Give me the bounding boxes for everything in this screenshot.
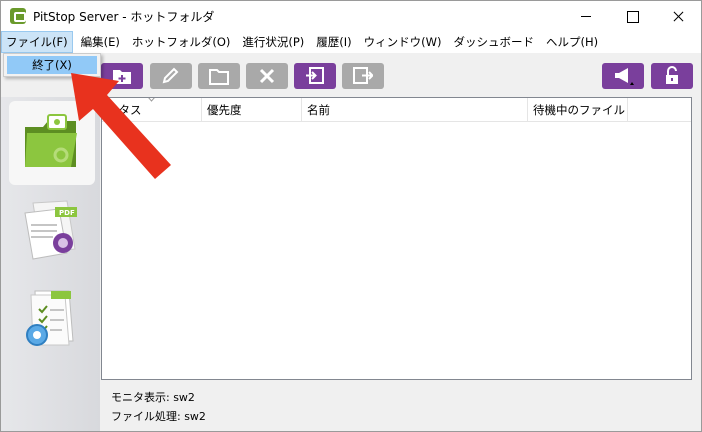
- column-header-name[interactable]: 名前: [302, 98, 528, 122]
- sidebar-item-progress[interactable]: PDF: [9, 189, 95, 273]
- sidebar-item-history[interactable]: [9, 277, 95, 361]
- minimize-button[interactable]: [563, 1, 609, 31]
- list-header: ータス 優先度 名前 待機中のファイル: [102, 98, 691, 122]
- red-arrow-icon: [71, 73, 171, 179]
- pitstop-app-icon: [10, 8, 26, 24]
- svg-text:PDF: PDF: [59, 209, 75, 217]
- pdf-progress-icon: PDF: [24, 200, 77, 260]
- import-button[interactable]: [294, 63, 336, 89]
- unlock-icon: [666, 66, 678, 84]
- menu-progress[interactable]: 進行状況(P): [238, 31, 308, 53]
- import-icon: [306, 67, 324, 84]
- open-folder-button[interactable]: [198, 63, 240, 89]
- maximize-button[interactable]: [609, 1, 655, 31]
- column-header-priority[interactable]: 優先度: [202, 98, 302, 122]
- menu-file[interactable]: ファイル(F): [1, 31, 73, 53]
- menu-dashboard[interactable]: ダッシュボード: [450, 31, 539, 53]
- export-button[interactable]: [342, 63, 384, 89]
- delete-x-icon: [259, 68, 275, 84]
- menu-window[interactable]: ウィンドウ(W): [360, 31, 446, 53]
- monitor-status: モニタ表示: sw2: [111, 391, 195, 404]
- notifications-button[interactable]: [602, 63, 644, 89]
- menu-bar: ファイル(F) 編集(E) ホットフォルダ(O) 進行状況(P) 履歴(I) ウ…: [1, 31, 701, 53]
- unlock-button[interactable]: [651, 63, 693, 89]
- column-header-waiting-files[interactable]: 待機中のファイル: [528, 98, 628, 122]
- hot-folder-list: ータス 優先度 名前 待機中のファイル: [101, 97, 692, 380]
- menu-hot-folder[interactable]: ホットフォルダ(O): [128, 31, 235, 53]
- megaphone-icon: [615, 68, 634, 85]
- export-icon: [353, 67, 373, 84]
- app-window: PitStop Server - ホットフォルダ ファイル(F) 編集(E) ホ…: [0, 0, 702, 432]
- folder-icon: [209, 69, 229, 85]
- file-processing-status: ファイル処理: sw2: [111, 410, 206, 423]
- window-title: PitStop Server - ホットフォルダ: [33, 10, 215, 24]
- delete-button[interactable]: [246, 63, 288, 89]
- menu-history[interactable]: 履歴(I): [312, 31, 355, 53]
- close-button[interactable]: [655, 1, 701, 31]
- title-bar: PitStop Server - ホットフォルダ: [1, 1, 701, 31]
- menu-help[interactable]: ヘルプ(H): [542, 31, 602, 53]
- menu-edit[interactable]: 編集(E): [77, 31, 124, 53]
- history-checklist-icon: [26, 290, 74, 346]
